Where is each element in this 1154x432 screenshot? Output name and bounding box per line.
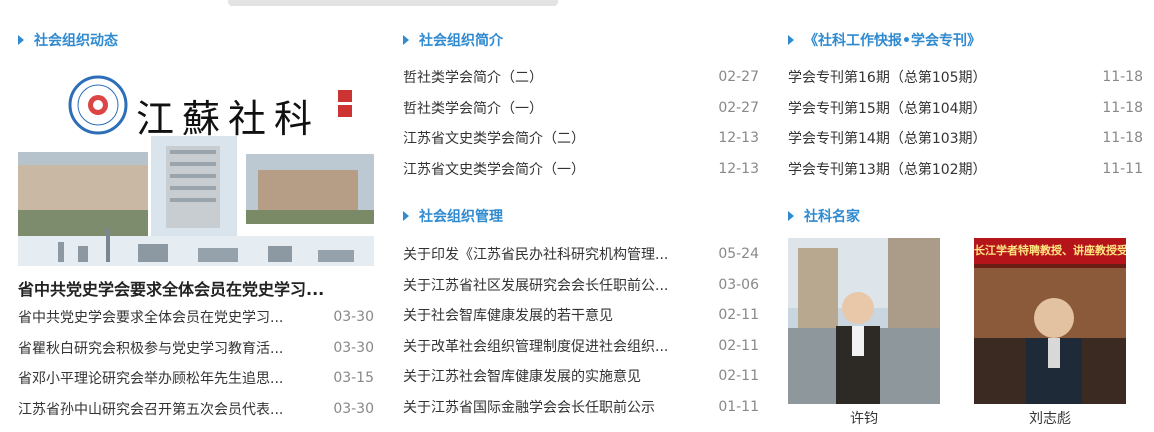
top-scroll-bar (228, 0, 558, 6)
item-title: 学会专刊第15期（总第104期） (788, 100, 987, 117)
section-header-org-management[interactable]: 社会组织管理 (403, 206, 503, 226)
featured-headline-link[interactable]: 省中共党史学会要求全体会员在党史学习... (18, 276, 374, 300)
item-title: 关于社会智库健康发展的若干意见 (403, 308, 613, 325)
org-management-list: 关于印发《江苏省民办社科研究机构管理... 05-24 关于江苏省社区发展研究会… (403, 239, 759, 422)
photo-banner-text: 长江学者特聘教授、讲座教授受聘 (974, 244, 1126, 257)
jiangsu-sheke-banner-image[interactable]: 江蘇社科 (18, 70, 374, 266)
list-item[interactable]: 哲社类学会简介（二） 02-27 (403, 62, 759, 93)
item-date: 12-13 (718, 130, 759, 147)
scholar-name[interactable]: 许钧 (788, 408, 940, 428)
item-date: 02-27 (718, 99, 759, 116)
list-item[interactable]: 江苏省孙中山研究会召开第五次会员代表... 03-30 (18, 394, 374, 425)
list-item[interactable]: 省邓小平理论研究会举办顾松年先生追思... 03-15 (18, 363, 374, 394)
item-date: 11-11 (1102, 160, 1143, 177)
item-title: 省中共党史学会要求全体会员在党史学习... (18, 310, 284, 327)
item-date: 05-24 (718, 246, 759, 263)
list-item[interactable]: 关于改革社会组织管理制度促进社会组织... 02-11 (403, 331, 759, 362)
item-date: 03-30 (333, 339, 374, 356)
item-title: 学会专刊第16期（总第105期） (788, 70, 987, 87)
list-item[interactable]: 学会专刊第16期（总第105期） 11-18 (788, 62, 1143, 93)
item-title: 学会专刊第14期（总第103期） (788, 131, 987, 148)
scholar-photo-liu-zhibiao[interactable]: 长江学者特聘教授、讲座教授受聘 (974, 238, 1126, 404)
item-title: 关于印发《江苏省民办社科研究机构管理... (403, 247, 669, 264)
item-date: 02-11 (718, 307, 759, 324)
item-date: 11-18 (1102, 130, 1143, 147)
section-header-org-intro[interactable]: 社会组织简介 (403, 30, 503, 50)
item-date: 11-18 (1102, 69, 1143, 86)
section-title: 社会组织动态 (34, 33, 118, 49)
list-item[interactable]: 省瞿秋白研究会积极参与党史学习教育活... 03-30 (18, 333, 374, 364)
section-title: 社科名家 (804, 209, 860, 225)
item-date: 03-15 (333, 370, 374, 387)
list-item[interactable]: 学会专刊第15期（总第104期） 11-18 (788, 93, 1143, 124)
item-date: 12-13 (718, 160, 759, 177)
list-item[interactable]: 关于江苏省社区发展研究会会长任职前公... 03-06 (403, 270, 759, 301)
item-title: 关于江苏省社区发展研究会会长任职前公... (403, 277, 669, 294)
section-header-org-news[interactable]: 社会组织动态 (18, 30, 118, 50)
org-news-list: 省中共党史学会要求全体会员在党史学习... 03-30 省瞿秋白研究会积极参与党… (18, 302, 374, 424)
triangle-bullet-icon (788, 211, 794, 221)
item-title: 江苏省文史类学会简介（一） (403, 161, 585, 178)
item-title: 学会专刊第13期（总第102期） (788, 161, 987, 178)
item-date: 03-06 (718, 276, 759, 293)
item-date: 11-18 (1102, 99, 1143, 116)
list-item[interactable]: 学会专刊第13期（总第102期） 11-11 (788, 154, 1143, 185)
scholar-name[interactable]: 刘志彪 (974, 408, 1126, 428)
item-date: 02-11 (718, 368, 759, 385)
section-header-famous-scholars[interactable]: 社科名家 (788, 206, 860, 226)
section-title: 社会组织简介 (419, 33, 503, 49)
triangle-bullet-icon (403, 35, 409, 45)
list-item[interactable]: 关于江苏社会智库健康发展的实施意见 02-11 (403, 361, 759, 392)
item-date: 03-30 (333, 400, 374, 417)
scholar-photo-xu-jun[interactable] (788, 238, 940, 404)
list-item[interactable]: 关于社会智库健康发展的若干意见 02-11 (403, 300, 759, 331)
item-date: 03-30 (333, 309, 374, 326)
item-title: 省瞿秋白研究会积极参与党史学习教育活... (18, 340, 284, 357)
org-intro-list: 哲社类学会简介（二） 02-27 哲社类学会简介（一） 02-27 江苏省文史类… (403, 62, 759, 184)
banner-logo-text: 江蘇社科 (136, 97, 321, 141)
section-title: 社会组织管理 (419, 209, 503, 225)
item-title: 关于改革社会组织管理制度促进社会组织... (403, 338, 669, 355)
list-item[interactable]: 江苏省文史类学会简介（一） 12-13 (403, 154, 759, 185)
item-title: 江苏省文史类学会简介（二） (403, 131, 585, 148)
list-item[interactable]: 江苏省文史类学会简介（二） 12-13 (403, 123, 759, 154)
list-item[interactable]: 学会专刊第14期（总第103期） 11-18 (788, 123, 1143, 154)
list-item[interactable]: 关于印发《江苏省民办社科研究机构管理... 05-24 (403, 239, 759, 270)
item-date: 02-27 (718, 69, 759, 86)
triangle-bullet-icon (403, 211, 409, 221)
list-item[interactable]: 省中共党史学会要求全体会员在党史学习... 03-30 (18, 302, 374, 333)
item-title: 省邓小平理论研究会举办顾松年先生追思... (18, 371, 284, 388)
section-title: 《社科工作快报•学会专刊》 (804, 33, 981, 49)
item-date: 01-11 (718, 398, 759, 415)
item-title: 关于江苏社会智库健康发展的实施意见 (403, 369, 641, 386)
item-title: 关于江苏省国际金融学会会长任职前公示 (403, 399, 655, 416)
list-item[interactable]: 关于江苏省国际金融学会会长任职前公示 01-11 (403, 392, 759, 423)
list-item[interactable]: 哲社类学会简介（一） 02-27 (403, 93, 759, 124)
section-header-bulletin[interactable]: 《社科工作快报•学会专刊》 (788, 30, 981, 50)
item-date: 02-11 (718, 337, 759, 354)
item-title: 江苏省孙中山研究会召开第五次会员代表... (18, 401, 284, 418)
item-title: 哲社类学会简介（一） (403, 100, 543, 117)
item-title: 哲社类学会简介（二） (403, 70, 543, 87)
triangle-bullet-icon (18, 35, 24, 45)
bulletin-list: 学会专刊第16期（总第105期） 11-18 学会专刊第15期（总第104期） … (788, 62, 1143, 184)
triangle-bullet-icon (788, 35, 794, 45)
